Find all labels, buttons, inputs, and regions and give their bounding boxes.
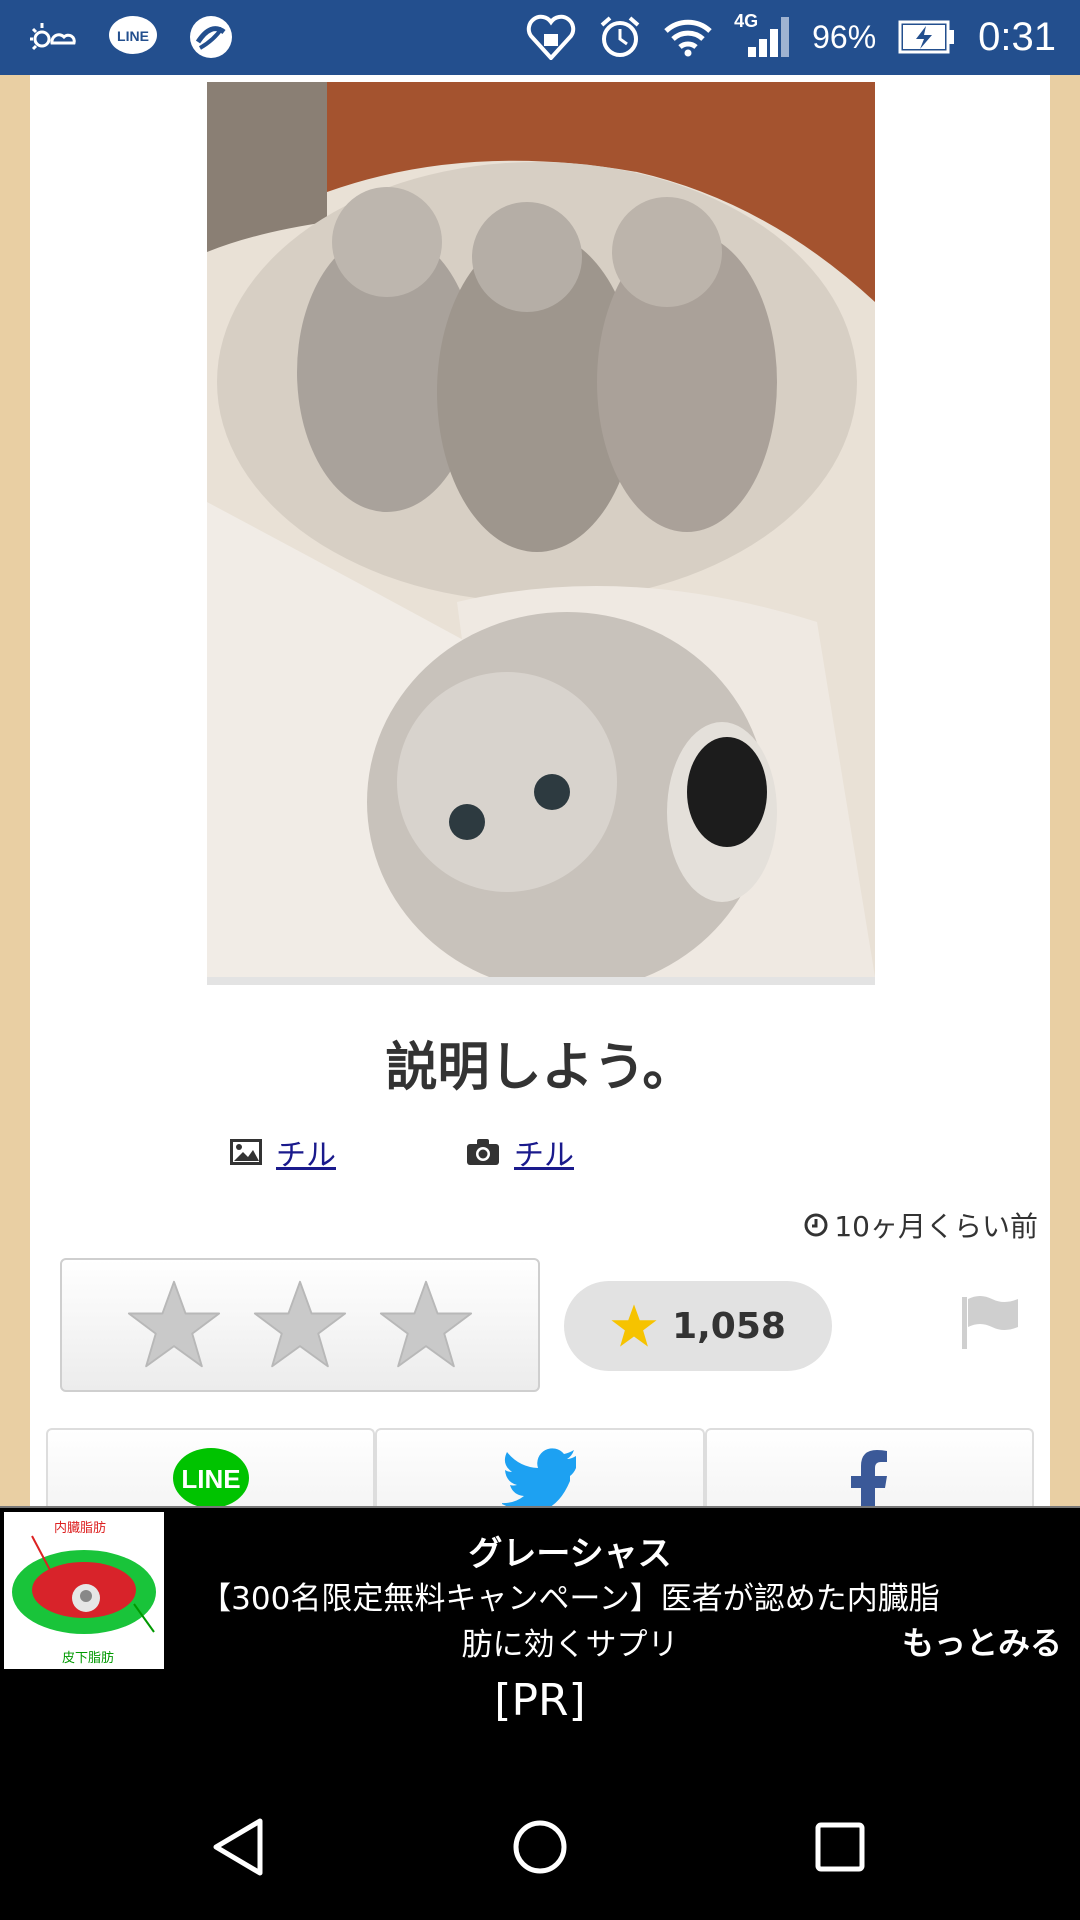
share-line-button[interactable]: LINE [46,1428,376,1518]
share-twitter-button[interactable] [375,1428,705,1518]
favorite-count: 1,058 [672,1305,786,1347]
ad-thumbnail: 内臓脂肪 皮下脂肪 [4,1512,164,1669]
rate-star-1[interactable] [126,1277,222,1373]
credits-row: チル チル [230,1130,574,1174]
alarm-icon [600,16,640,57]
image-credit-link[interactable]: チル [276,1130,336,1174]
svg-text:皮下脂肪: 皮下脂肪 [62,1650,114,1666]
system-navigation-bar [0,1775,1080,1920]
health-heart-icon [526,14,576,60]
time-ago-text: 10ヶ月くらい前 [834,1210,1038,1243]
home-button-icon[interactable] [508,1815,572,1879]
clock: 0:31 [978,14,1056,59]
line-app-icon: LINE [109,16,157,54]
svg-text:LINE: LINE [181,1464,240,1494]
clock-icon [804,1213,828,1237]
app-notification-icon [190,16,232,58]
report-flag-icon[interactable] [960,1293,1022,1351]
post-time: 10ヶ月くらい前 [804,1205,1038,1245]
photo-credit-link[interactable]: チル [514,1130,574,1174]
line-icon: LINE [172,1448,249,1508]
share-facebook-button[interactable] [704,1428,1034,1518]
recent-apps-button-icon[interactable] [808,1815,872,1879]
photo-credit: チル [466,1130,574,1174]
rate-star-3[interactable] [378,1277,474,1373]
favorite-count-pill[interactable]: 1,058 [564,1281,832,1371]
back-button-icon[interactable] [208,1815,272,1879]
svg-text:内臓脂肪: 内臓脂肪 [54,1520,106,1536]
post-photo[interactable] [207,82,875,985]
wifi-icon [664,19,712,57]
signal-4g-icon: 4G [734,11,790,59]
ad-banner[interactable]: 内臓脂肪 皮下脂肪 グレーシャス 【300名限定無料キャンペーン】医者が認めた内… [0,1506,1080,1675]
twitter-icon [501,1448,576,1510]
image-icon [230,1139,262,1165]
battery-percent: 96% [812,18,877,55]
ad-title: グレーシャス [468,1534,672,1574]
image-credit: チル [230,1130,336,1174]
weather-icon [30,23,76,51]
status-bar: LINE 4G 96% 0:31 [0,0,1080,75]
kittens-image [207,82,875,977]
pr-label: [PR] [494,1675,586,1726]
gold-star-icon [611,1304,657,1347]
post-title: 説明しよう。 [385,1038,695,1098]
svg-text:LINE: LINE [117,28,149,44]
rate-star-2[interactable] [252,1277,348,1373]
rating-box [60,1258,540,1392]
camera-icon [467,1139,499,1165]
ad-more-link[interactable]: もっとみる [902,1618,1062,1664]
battery-charging-icon [898,20,955,54]
ad-body: 【300名限定無料キャンペーン】医者が認めた内臓脂肪に効くサプリ [200,1581,940,1663]
share-buttons: LINE [46,1428,1034,1518]
